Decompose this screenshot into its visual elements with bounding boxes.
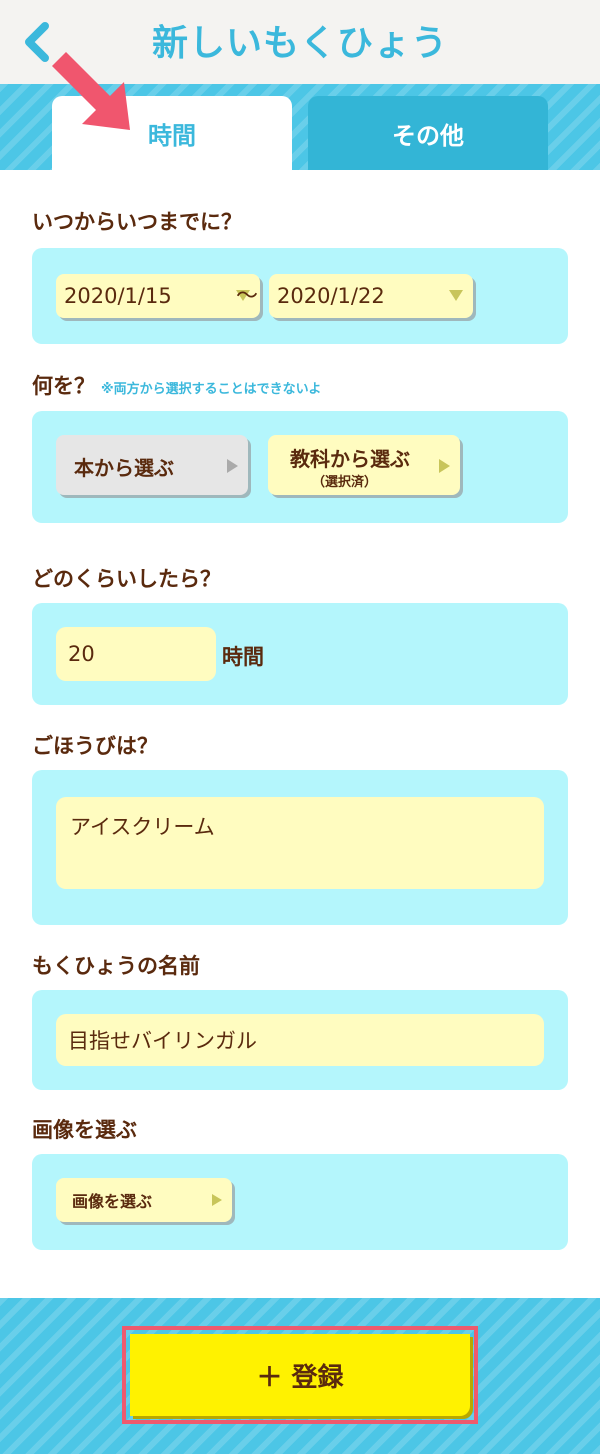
hours-unit: 時間 [222,645,264,669]
header: 新しいもくひょう [0,0,600,84]
period-panel: 2020/1/15 ～ 2020/1/22 [32,248,568,344]
arrow-right-icon [227,459,238,473]
start-date-value: 2020/1/15 [64,284,172,308]
goal-name-panel: 目指せバイリンガル [32,990,568,1090]
reward-panel: アイスクリーム [32,770,568,925]
choose-from-subject-button[interactable]: 教科から選ぶ （選択済） [268,435,460,495]
tab-time[interactable]: 時間 [52,96,292,170]
end-date-select[interactable]: 2020/1/22 [269,274,473,318]
arrow-right-icon [212,1194,222,1206]
reward-input[interactable]: アイスクリーム [56,797,544,889]
what-panel: 本から選ぶ 教科から選ぶ （選択済） [32,411,568,523]
image-panel: 画像を選ぶ [32,1154,568,1250]
choose-image-label: 画像を選ぶ [72,1192,153,1211]
amount-label: どのくらいしたら？ [32,567,221,591]
reward-label: ごほうびは？ [32,734,158,758]
amount-panel: 20 時間 [32,603,568,705]
arrow-right-icon [439,459,450,473]
goal-name-input[interactable]: 目指せバイリンガル [56,1014,544,1066]
dropdown-arrow-icon [449,290,463,301]
choose-from-book-label: 本から選ぶ [74,456,174,480]
subject-selected-status: （選択済） [312,475,378,490]
goal-name-label: もくひょうの名前 [32,954,200,978]
footer: ＋ 登録 [0,1298,600,1454]
image-label: 画像を選ぶ [32,1118,137,1142]
page-title: 新しいもくひょう [151,23,448,64]
choose-from-book-button[interactable]: 本から選ぶ [56,435,248,495]
choose-image-button[interactable]: 画像を選ぶ [56,1178,232,1222]
choose-from-subject-label: 教科から選ぶ [290,447,410,471]
what-label-text: 何を？ [32,374,95,398]
register-button[interactable]: ＋ 登録 [130,1334,470,1416]
tab-bar: 時間 その他 [0,84,600,170]
period-label: いつからいつまでに？ [32,210,242,234]
hours-input[interactable]: 20 [56,627,216,681]
end-date-value: 2020/1/22 [277,284,385,308]
what-note: ※両方から選択することはできないよ [101,382,322,397]
start-date-select[interactable]: 2020/1/15 [56,274,260,318]
date-separator: ～ [236,284,259,309]
tab-other[interactable]: その他 [308,96,548,170]
what-label: 何を？ ※両方から選択することはできないよ [32,370,321,400]
